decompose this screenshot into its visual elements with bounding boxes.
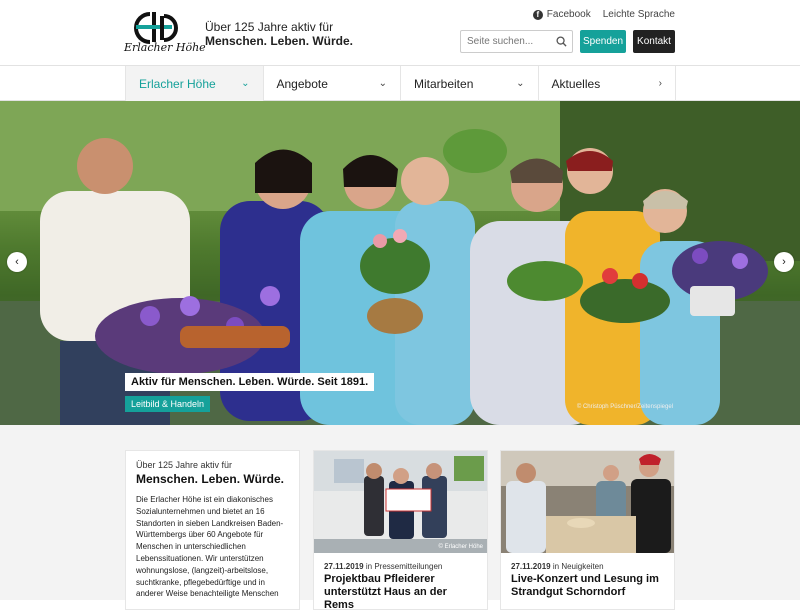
chevron-down-icon: ⌄ bbox=[241, 78, 250, 89]
chevron-left-icon: ‹ bbox=[15, 256, 19, 268]
nav-item-label: Aktuelles bbox=[551, 76, 601, 91]
news-category-prefix: in bbox=[365, 562, 373, 571]
news-image-credit: © Erlacher Höhe bbox=[438, 544, 483, 550]
chevron-down-icon: ⌄ bbox=[378, 78, 387, 89]
header-tagline: Über 125 Jahre aktiv für Menschen. Leben… bbox=[205, 20, 353, 48]
hero-tag-link[interactable]: Leitbild & Handeln bbox=[125, 396, 211, 412]
intro-heading: Menschen. Leben. Würde. bbox=[136, 472, 285, 486]
slider-prev-button[interactable]: ‹ bbox=[7, 252, 27, 272]
chevron-down-icon: ⌄ bbox=[516, 78, 525, 89]
slider-next-button[interactable]: › bbox=[774, 252, 794, 272]
news-card[interactable]: © Erlacher Höhe 27.11.2019 in Pressemitt… bbox=[313, 450, 488, 611]
nav-items: Erlacher Höhe ⌄ Angebote ⌄ Mitarbeiten ⌄… bbox=[125, 66, 676, 101]
news-category-prefix: in bbox=[552, 562, 560, 571]
nav-item-erlacher-hoehe[interactable]: Erlacher Höhe ⌄ bbox=[125, 66, 263, 101]
main-navigation: Erlacher Höhe ⌄ Angebote ⌄ Mitarbeiten ⌄… bbox=[0, 66, 800, 101]
site-header: Erlacher Höhe Über 125 Jahre aktiv für M… bbox=[0, 0, 800, 66]
nav-item-label: Erlacher Höhe bbox=[139, 76, 216, 91]
news-date: 27.11.2019 bbox=[324, 562, 364, 571]
easy-language-link[interactable]: Leichte Sprache bbox=[603, 9, 675, 20]
intro-subtitle: Über 125 Jahre aktiv für bbox=[136, 460, 233, 470]
contact-button[interactable]: Kontakt bbox=[633, 30, 675, 53]
nav-item-label: Angebote bbox=[276, 76, 328, 91]
hero-photo bbox=[0, 101, 800, 425]
news-title[interactable]: Live-Konzert und Lesung im Strandgut Sch… bbox=[501, 571, 674, 601]
facebook-link[interactable]: f Facebook bbox=[532, 9, 591, 20]
nav-item-mitarbeiten[interactable]: Mitarbeiten ⌄ bbox=[400, 66, 538, 101]
intro-body: Die Erlacher Höhe ist ein diakonisches S… bbox=[136, 495, 284, 599]
nav-item-aktuelles[interactable]: Aktuelles › bbox=[537, 66, 676, 101]
news-date: 27.11.2019 bbox=[511, 562, 551, 571]
chevron-right-icon: › bbox=[782, 256, 786, 268]
logo-wordmark: Erlacher Höhe bbox=[124, 41, 206, 54]
news-meta: 27.11.2019 in Neuigkeiten bbox=[501, 553, 674, 571]
utility-links: f Facebook Leichte Sprache bbox=[532, 9, 675, 20]
intro-card: Über 125 Jahre aktiv für Menschen. Leben… bbox=[125, 450, 300, 610]
nav-item-angebote[interactable]: Angebote ⌄ bbox=[262, 66, 401, 101]
facebook-label: Facebook bbox=[546, 9, 591, 20]
news-category[interactable]: Pressemitteilungen bbox=[374, 562, 442, 571]
news-image[interactable] bbox=[501, 451, 674, 553]
nav-item-label: Mitarbeiten bbox=[414, 76, 474, 91]
hero-caption: Aktiv für Menschen. Leben. Würde. Seit 1… bbox=[125, 373, 375, 391]
news-title[interactable]: Projektbau Pfleiderer unterstützt Haus a… bbox=[314, 571, 487, 614]
facebook-icon: f bbox=[532, 9, 543, 20]
hero-photo-credit: © Christoph Püschner/Zeitenspiegel bbox=[576, 404, 673, 410]
news-card[interactable]: 27.11.2019 in Neuigkeiten Live-Konzert u… bbox=[500, 450, 675, 610]
news-meta: 27.11.2019 in Pressemitteilungen bbox=[314, 553, 487, 571]
search-icon[interactable] bbox=[556, 36, 567, 47]
chevron-right-icon: › bbox=[658, 78, 662, 89]
tagline-line2: Menschen. Leben. Würde. bbox=[205, 34, 354, 48]
donate-button[interactable]: Spenden bbox=[580, 30, 626, 53]
news-image[interactable]: © Erlacher Höhe bbox=[314, 451, 487, 553]
hero-slider: ‹ › bbox=[0, 101, 800, 425]
tagline-line1: Über 125 Jahre aktiv für bbox=[205, 20, 334, 34]
news-category[interactable]: Neuigkeiten bbox=[561, 562, 603, 571]
